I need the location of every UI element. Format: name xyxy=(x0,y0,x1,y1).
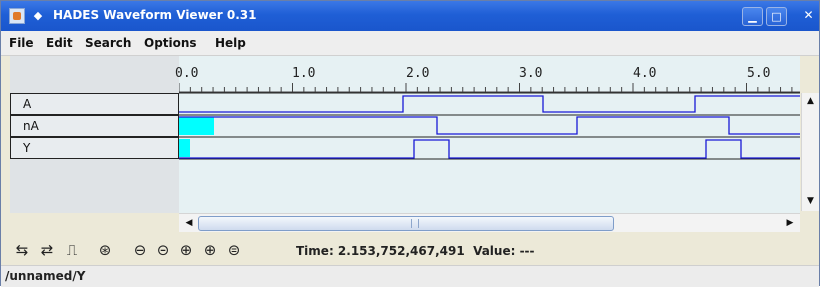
menu-edit[interactable]: Edit xyxy=(46,36,73,50)
waveform-viewer-window: ◆ HADES Waveform Viewer 0.31 ▁ □ ✕ File … xyxy=(0,0,820,287)
zoom-reset-icon[interactable]: ⊜ xyxy=(222,239,246,261)
minimize-button[interactable]: ▁ xyxy=(742,7,763,26)
zoom-in-alt-icon[interactable]: ⊕ xyxy=(198,239,222,261)
scroll-grip-icon xyxy=(411,219,419,228)
maximize-button[interactable]: □ xyxy=(766,7,787,26)
signal-row-a[interactable]: A xyxy=(10,93,179,115)
horizontal-scrollbar[interactable]: ◀ ▶ xyxy=(179,213,800,232)
expand-icon[interactable]: ⇆ xyxy=(10,239,34,261)
trace-na xyxy=(179,116,800,135)
tick-label-4: 4.0 xyxy=(633,66,657,81)
horizontal-scroll-thumb[interactable] xyxy=(198,216,614,231)
y-highlight xyxy=(179,139,190,157)
tick-label-5: 5.0 xyxy=(747,66,771,81)
tick-label-1: 1.0 xyxy=(292,66,316,81)
collapse-icon[interactable]: ⇄ xyxy=(35,239,59,261)
scroll-down-icon[interactable]: ▼ xyxy=(802,193,819,209)
tick-label-3: 3.0 xyxy=(519,66,543,81)
value-label: Value: --- xyxy=(473,244,535,258)
signal-row-y[interactable]: Y xyxy=(10,137,179,159)
time-readout: Time: 2.153,752,467,491 Value: --- xyxy=(296,244,535,258)
path-status-bar: /unnamed/Y xyxy=(1,265,819,287)
java-app-icon[interactable] xyxy=(9,8,25,24)
signal-path: /unnamed/Y xyxy=(5,269,86,283)
signal-row-na[interactable]: nA xyxy=(10,115,179,137)
zoom-fit-icon[interactable]: ⊛ xyxy=(93,239,117,261)
window-menu-icon[interactable]: ◆ xyxy=(31,9,45,23)
trace-y xyxy=(179,139,800,159)
zoom-in-icon[interactable]: ⊕ xyxy=(174,239,198,261)
menu-help[interactable]: Help xyxy=(215,36,246,50)
menu-file[interactable]: File xyxy=(9,36,34,50)
waveform-canvas[interactable]: 0.0 1.0 2.0 3.0 4.0 5.0 xyxy=(175,56,800,213)
zoom-out-icon[interactable]: ⊖ xyxy=(128,239,152,261)
tick-label-0: 0.0 xyxy=(175,66,199,81)
vertical-scrollbar[interactable]: ▲ ▼ xyxy=(801,93,819,211)
scroll-right-icon[interactable]: ▶ xyxy=(782,214,798,232)
title-bar: ◆ HADES Waveform Viewer 0.31 ▁ □ ✕ xyxy=(1,1,819,31)
trace-a xyxy=(179,95,800,113)
scroll-up-icon[interactable]: ▲ xyxy=(802,93,819,109)
menu-options[interactable]: Options xyxy=(144,36,197,50)
close-button[interactable]: ✕ xyxy=(798,7,819,26)
scroll-left-icon[interactable]: ◀ xyxy=(181,214,197,232)
tick-label-2: 2.0 xyxy=(406,66,430,81)
time-label: Time: 2.153,752,467,491 xyxy=(296,244,465,258)
menu-search[interactable]: Search xyxy=(85,36,131,50)
na-highlight xyxy=(179,117,214,135)
waveform-svg xyxy=(179,83,800,160)
zoom-out-alt-icon[interactable]: ⊝ xyxy=(151,239,175,261)
signal-icon[interactable]: ⎍ xyxy=(60,239,84,261)
menu-bar: File Edit Search Options Help xyxy=(1,31,819,56)
window-title: HADES Waveform Viewer 0.31 xyxy=(53,8,257,22)
